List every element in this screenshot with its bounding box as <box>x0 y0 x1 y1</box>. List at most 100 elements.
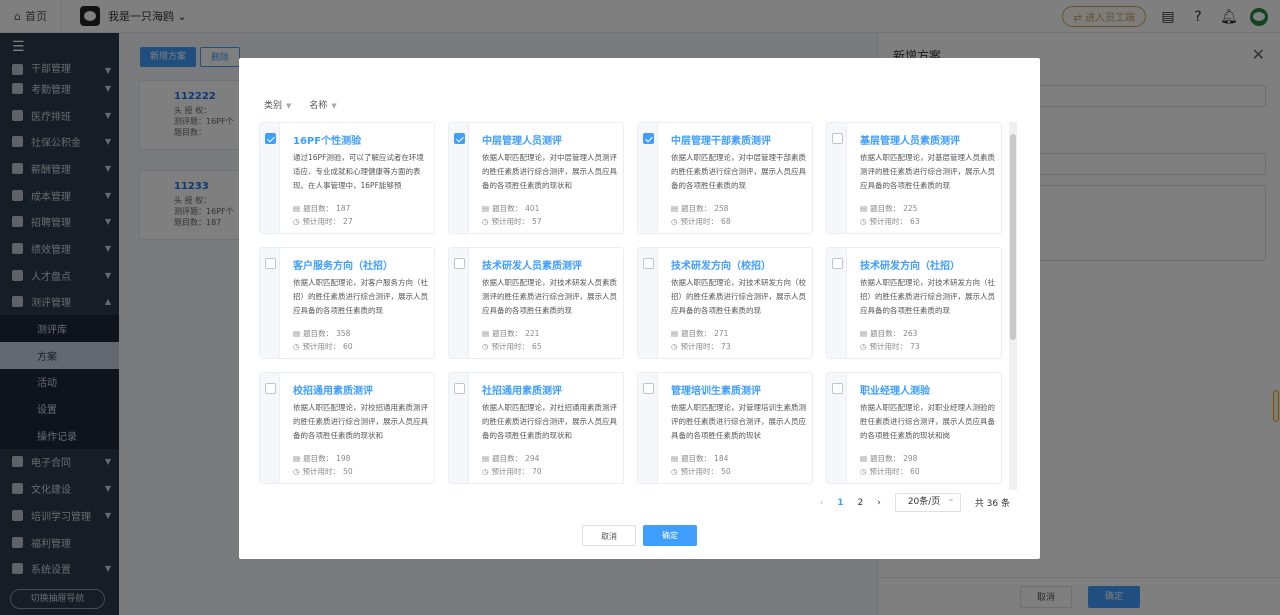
assessment-card[interactable]: 技术研发方向（社招） 依据人职匹配理论，对技术研发方向（社招）的胜任素质进行综合测… <box>826 247 1002 359</box>
card-count: ▤ 题目数： 294 <box>482 453 539 464</box>
card-checkbox-area[interactable] <box>638 248 658 358</box>
assessment-grid: 16PF个性测验 通过16PF测验，可以了解应试者在环境适应、专业成就和心理健康等… <box>259 122 1019 486</box>
checkbox[interactable] <box>265 133 276 144</box>
card-checkbox-area[interactable] <box>260 248 280 358</box>
time-value: 70 <box>532 467 542 476</box>
assessment-card[interactable]: 职业经理人测验依据人职匹配理论，对职业经理人测验的胜任素质进行综合测评，展示人员… <box>826 372 1002 484</box>
card-title: 职业经理人测验 <box>860 386 930 397</box>
assessment-card[interactable]: 技术研发人员素质测评 依据人职匹配理论，对技术研发人员素质测评的胜任素质进行综合测… <box>448 247 624 359</box>
card-time: ◷ 预计用时： 50 <box>671 466 731 477</box>
assessment-card[interactable]: 16PF个性测验 通过16PF测验，可以了解应试者在环境适应、专业成就和心理健康等… <box>259 122 435 234</box>
count-label: 题目数： <box>681 454 712 463</box>
card-time: ◷ 预计用时： 27 <box>293 216 353 227</box>
clock-icon: ◷ <box>482 217 489 226</box>
card-title: 管理培训生素质测评 <box>671 386 761 397</box>
time-label: 预计用时： <box>302 467 341 476</box>
time-value: 65 <box>532 342 542 351</box>
page-2[interactable]: 2 <box>857 498 863 508</box>
card-count: ▤ 题目数： 358 <box>293 328 350 339</box>
checkbox[interactable] <box>832 383 843 394</box>
count-value: 225 <box>903 204 918 213</box>
card-count: ▤ 题目数： 401 <box>482 203 539 214</box>
prev-page-button[interactable]: ‹ <box>820 498 824 508</box>
caret-down-icon: ▼ <box>286 102 292 110</box>
card-description: 依据人职匹配理论，对职业经理人测验的胜任素质进行综合测评，展示人员应具备的各项胜… <box>860 403 995 440</box>
count-value: 358 <box>336 329 351 338</box>
card-time: ◷ 预计用时： 73 <box>671 341 731 352</box>
checkbox[interactable] <box>643 258 654 269</box>
card-checkbox-area[interactable] <box>449 373 469 483</box>
count-label: 题目数： <box>681 329 712 338</box>
time-label: 预计用时： <box>302 217 341 226</box>
assessment-card[interactable]: 基层管理人员素质测评 依据人职匹配理论，对基层管理人员素质测评的胜任素质进行综合测… <box>826 122 1002 234</box>
page-size-value: 20条/页 <box>907 497 941 507</box>
assessment-card[interactable]: 中层管理人员测评 依据人职匹配理论，对中层管理人员测评的胜任素质进行综合测评，展示… <box>448 122 624 234</box>
count-label: 题目数： <box>492 454 523 463</box>
time-value: 57 <box>532 217 542 226</box>
scrollbar-thumb[interactable] <box>1010 134 1016 340</box>
time-label: 预计用时： <box>869 217 908 226</box>
checkbox[interactable] <box>643 133 654 144</box>
page-1[interactable]: 1 <box>837 498 843 508</box>
assessment-card[interactable]: 管理培训生素质测评 依据人职匹配理论，对管理培训生素质测评的胜任素质进行综合测评，… <box>637 372 813 484</box>
checkbox[interactable] <box>454 383 465 394</box>
assessment-card[interactable]: 社招通用素质测评 依据人职匹配理论，对社招通用素质测评的胜任素质进行综合测评，展示… <box>448 372 624 484</box>
time-label: 预计用时： <box>302 342 341 351</box>
count-value: 221 <box>525 329 540 338</box>
card-checkbox-area[interactable] <box>260 373 280 483</box>
next-page-button[interactable]: › <box>877 498 881 508</box>
filter-category[interactable]: 类别 ▼ <box>264 98 291 111</box>
clock-icon: ◷ <box>860 217 867 226</box>
page-size-select[interactable]: 20条/页 <box>894 491 961 512</box>
count-label: 题目数： <box>870 454 901 463</box>
assessment-card[interactable]: 客户服务方向（社招） 依据人职匹配理论，对客户服务方向（社招）的胜任素质进行综合测… <box>259 247 435 359</box>
clock-icon: ◷ <box>482 342 489 351</box>
document-icon: ▤ <box>482 454 490 463</box>
checkbox[interactable] <box>265 258 276 269</box>
checkbox[interactable] <box>265 383 276 394</box>
card-title: 技术研发方向（校招） <box>671 261 771 272</box>
clock-icon: ◷ <box>482 467 489 476</box>
modal-cancel-button[interactable]: 取消 <box>582 525 636 546</box>
clock-icon: ◷ <box>671 467 678 476</box>
time-value: 63 <box>910 217 920 226</box>
filter-name[interactable]: 名称 ▼ <box>309 98 336 111</box>
card-checkbox-area[interactable] <box>827 123 847 233</box>
checkbox[interactable] <box>832 258 843 269</box>
time-value: 60 <box>910 467 920 476</box>
card-count: ▤ 题目数： 187 <box>293 203 350 214</box>
card-checkbox-area[interactable] <box>638 123 658 233</box>
checkbox[interactable] <box>643 383 654 394</box>
card-title: 16PF个性测验 <box>293 136 362 147</box>
card-checkbox-area[interactable] <box>449 123 469 233</box>
assessment-card[interactable]: 校招通用素质测评 依据人职匹配理论，对校招通用素质测评的胜任素质进行综合测评，展示… <box>259 372 435 484</box>
card-checkbox-area[interactable] <box>827 373 847 483</box>
clock-icon: ◷ <box>293 467 300 476</box>
card-time: ◷ 预计用时： 60 <box>860 466 920 477</box>
time-value: 60 <box>343 342 353 351</box>
card-description: 依据人职匹配理论，对技术研发人员素质测评的胜任素质进行综合测评，展示人员应具备的… <box>482 278 617 315</box>
card-checkbox-area[interactable] <box>449 248 469 358</box>
count-value: 294 <box>525 454 540 463</box>
modal-confirm-button[interactable]: 确定 <box>643 525 697 546</box>
card-count: ▤ 题目数： 221 <box>482 328 539 339</box>
card-description: 依据人职匹配理论，对客户服务方向（社招）的胜任素质进行综合测评，展示人员应具备的… <box>293 278 428 315</box>
checkbox[interactable] <box>454 133 465 144</box>
assessment-card[interactable]: 技术研发方向（校招） 依据人职匹配理论，对技术研发方向（校招）的胜任素质进行综合测… <box>637 247 813 359</box>
count-label: 题目数： <box>870 329 901 338</box>
document-icon: ▤ <box>671 204 679 213</box>
card-title: 技术研发方向（社招） <box>860 261 960 272</box>
assessment-card[interactable]: 中层管理干部素质测评 依据人职匹配理论，对中层管理干部素质的胜任素质进行综合测评，… <box>637 122 813 234</box>
checkbox[interactable] <box>832 133 843 144</box>
count-value: 271 <box>714 329 729 338</box>
count-value: 187 <box>336 204 351 213</box>
card-checkbox-area[interactable] <box>638 373 658 483</box>
document-icon: ▤ <box>860 329 868 338</box>
clock-icon: ◷ <box>293 217 300 226</box>
vertical-scrollbar[interactable] <box>1009 122 1017 490</box>
card-checkbox-area[interactable] <box>827 248 847 358</box>
pagination: ‹ 1 2 › 20条/页 共 36 条 <box>820 491 1010 512</box>
card-checkbox-area[interactable] <box>260 123 280 233</box>
checkbox[interactable] <box>454 258 465 269</box>
count-value: 184 <box>714 454 729 463</box>
